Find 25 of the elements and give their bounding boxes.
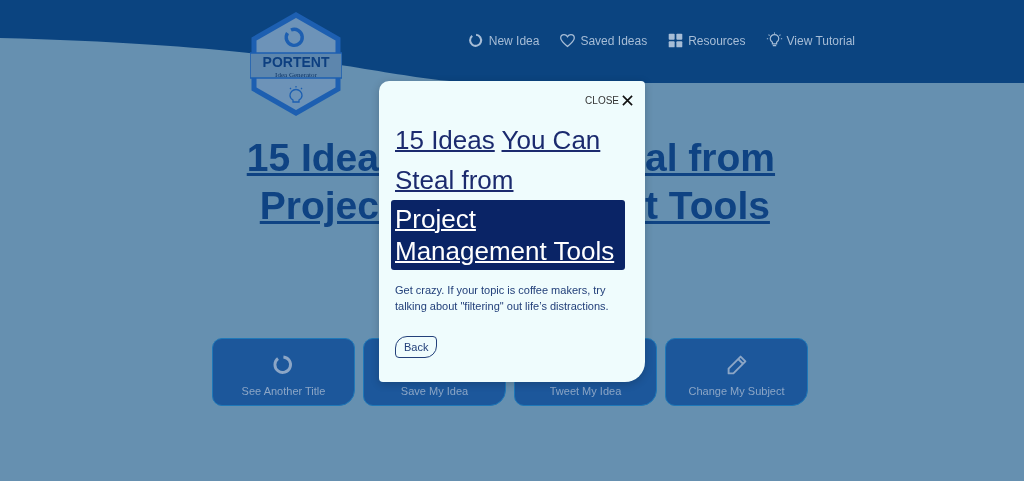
headline-text[interactable]: Projec — [239, 184, 379, 228]
title-link[interactable]: 15 Ideas — [395, 125, 495, 155]
nav-link[interactable]: Saved Ideas — [559, 32, 648, 49]
headline-text[interactable]: t Tools — [645, 184, 785, 228]
headline-text[interactable]: 15 Idea — [239, 136, 379, 180]
description-text: Get crazy. If your topic is coffee makers, try talking about "filtering" out life’s distractions. — [395, 283, 610, 314]
grid-icon — [667, 32, 685, 49]
title-link[interactable]: Steal from — [395, 165, 514, 195]
action-button[interactable]: Change My Subject — [665, 338, 808, 406]
action-button[interactable]: See Another Title — [212, 338, 355, 406]
nav-link[interactable]: New Idea — [467, 32, 540, 49]
back-button[interactable]: Back — [395, 336, 438, 358]
refresh-icon — [284, 27, 304, 47]
heart-icon — [559, 32, 577, 49]
title-link[interactable]: You Can — [501, 125, 601, 155]
close-icon[interactable] — [622, 95, 633, 106]
headline-text[interactable]: al from — [645, 136, 785, 180]
lightbulb-icon — [765, 32, 783, 49]
nav-link[interactable]: Resources — [667, 32, 746, 49]
logo-text: PORTENT — [261, 55, 331, 70]
close-button[interactable]: CLOSE — [585, 95, 633, 106]
title-link[interactable]: Project Management Tools — [391, 200, 625, 270]
nav-link[interactable]: View Tutorial — [765, 32, 855, 49]
lightbulb-icon — [289, 85, 303, 103]
refresh-icon — [467, 32, 485, 49]
